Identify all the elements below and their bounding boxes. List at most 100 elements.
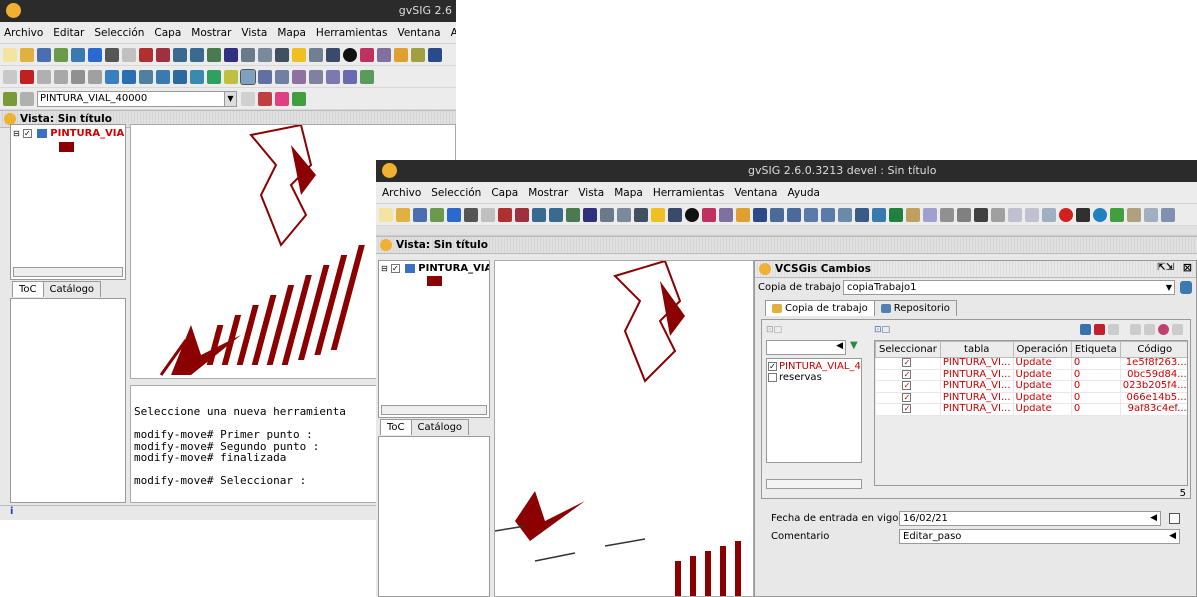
info-icon[interactable]	[105, 47, 119, 62]
menu-herramientas[interactable]: Herramientas	[653, 187, 725, 199]
menu-ventana[interactable]: Ventana	[734, 187, 777, 199]
search-icon[interactable]	[1172, 324, 1183, 335]
addons-icon[interactable]	[1161, 207, 1175, 222]
layer-checkbox[interactable]: ✓	[22, 128, 32, 138]
info-icon[interactable]	[464, 207, 478, 222]
calendar-icon[interactable]	[1169, 513, 1180, 524]
measure-icon[interactable]	[634, 207, 648, 222]
horizontal-scrollbar[interactable]	[381, 405, 487, 415]
tab-catalogo[interactable]: Catálogo	[410, 419, 470, 435]
download-icon[interactable]	[447, 207, 461, 222]
binoculars-icon[interactable]	[974, 207, 988, 222]
zoom-select-icon[interactable]	[224, 47, 238, 62]
menu-seleccion[interactable]: Selección	[431, 187, 481, 199]
pencil-icon[interactable]	[292, 91, 306, 106]
zoom-next-icon[interactable]	[258, 47, 272, 62]
tab-catalogo[interactable]: Catálogo	[42, 281, 102, 297]
polygon-icon[interactable]	[156, 69, 170, 84]
table-row[interactable]: ✓ PINTURA_VI... Update 0 023b205f4...	[875, 380, 1187, 393]
table-item[interactable]: ✓PINTURA_VIAL_4000	[768, 361, 861, 372]
zoom-extent-icon[interactable]	[498, 207, 512, 222]
tables-scrollbar[interactable]	[766, 479, 862, 489]
expand-icon[interactable]: ⊟	[381, 264, 388, 273]
table-row[interactable]: ✓ PINTURA_VI... Update 0 0bc59d84...	[875, 368, 1187, 381]
polyline-icon[interactable]	[139, 69, 153, 84]
pointer-icon[interactable]	[428, 47, 442, 62]
join-icon[interactable]	[326, 69, 340, 84]
menu-capa[interactable]: Capa	[154, 27, 181, 39]
tab-toc[interactable]: ToC	[12, 281, 44, 297]
menu-herramientas[interactable]: Herramientas	[316, 27, 388, 39]
locator-icon[interactable]	[651, 207, 665, 222]
toc-layer-name[interactable]: PINTURA_VIA	[50, 128, 124, 139]
menu-editar[interactable]: Editar	[53, 27, 84, 39]
close-icon[interactable]: ⊠	[1183, 261, 1192, 274]
info-tool-icon[interactable]	[343, 47, 357, 62]
zoom-all-icon[interactable]	[515, 207, 529, 222]
zoom-in-icon[interactable]	[532, 207, 546, 222]
graph-icon[interactable]	[719, 207, 733, 222]
ellipse-icon[interactable]	[122, 69, 136, 84]
script-icon[interactable]	[1127, 207, 1141, 222]
pan-icon[interactable]	[122, 47, 136, 62]
rectangle-icon[interactable]	[173, 69, 187, 84]
row-checkbox-cell[interactable]: ✓	[875, 368, 941, 381]
doc-icon[interactable]	[1130, 324, 1141, 335]
copy-icon[interactable]	[343, 69, 357, 84]
row-checkbox[interactable]: ✓	[902, 381, 912, 390]
info-tool-icon[interactable]	[685, 207, 699, 222]
zoom-prev-icon[interactable]	[241, 47, 255, 62]
doc-icon[interactable]	[940, 207, 954, 222]
menu-ayuda[interactable]: Ayuda	[787, 187, 819, 199]
select-poly-icon[interactable]	[804, 207, 818, 222]
row-checkbox-cell[interactable]: ✓	[875, 403, 941, 416]
zoom-next-icon[interactable]	[617, 207, 631, 222]
select-all-icon[interactable]	[855, 207, 869, 222]
locator-icon[interactable]	[292, 47, 306, 62]
menu-mostrar[interactable]: Mostrar	[191, 27, 231, 39]
brush-icon[interactable]	[906, 207, 920, 222]
plugin-icon[interactable]	[1110, 207, 1124, 222]
line-icon[interactable]	[71, 69, 85, 84]
measure-icon[interactable]	[275, 47, 289, 62]
layer-select[interactable]: PINTURA_VIAL_40000 ▼	[37, 90, 237, 107]
select-all-changes-icon[interactable]: ⊡□	[874, 325, 890, 335]
circle-icon[interactable]	[105, 69, 119, 84]
row-checkbox[interactable]: ✓	[902, 392, 912, 402]
tab-repositorio[interactable]: Repositorio	[873, 300, 957, 316]
save-icon[interactable]	[413, 207, 427, 222]
menu-vista[interactable]: Vista	[578, 187, 604, 199]
menu-capa[interactable]: Capa	[491, 187, 518, 199]
table-checkbox[interactable]: ✓	[768, 361, 777, 371]
clear-icon[interactable]: ◀	[836, 341, 843, 351]
undock-icon[interactable]: ⇱⇲	[1157, 262, 1174, 273]
frame-icon[interactable]	[309, 47, 323, 62]
funnel-icon[interactable]: ▼	[850, 340, 858, 351]
col-codigo[interactable]: Código	[1119, 341, 1187, 358]
toc-layer-name[interactable]: PINTURA_VIA	[418, 263, 489, 274]
snap-icon[interactable]	[292, 69, 306, 84]
tab-toc[interactable]: ToC	[380, 419, 412, 435]
pan-icon[interactable]	[481, 207, 495, 222]
row-checkbox[interactable]: ✓	[902, 358, 912, 367]
properties-icon[interactable]	[241, 91, 255, 106]
table-checkbox[interactable]	[768, 372, 777, 382]
comentario-field[interactable]: Editar_paso ◀	[899, 529, 1180, 544]
col-tabla[interactable]: tabla	[939, 341, 1014, 358]
zoom-layer-icon[interactable]	[207, 47, 221, 62]
add-layer-icon[interactable]	[54, 47, 68, 62]
row-checkbox[interactable]: ✓	[902, 369, 912, 379]
row-checkbox-cell[interactable]: ✓	[875, 380, 941, 393]
grid-icon[interactable]	[1008, 207, 1022, 222]
menu-seleccion[interactable]: Selección	[94, 27, 144, 39]
menu-mostrar[interactable]: Mostrar	[528, 187, 568, 199]
menu-ayuda[interactable]: Ay	[451, 27, 456, 39]
grid2-icon[interactable]	[1025, 207, 1039, 222]
clear-icon[interactable]: ◀	[1169, 530, 1176, 543]
zoom-layer-icon[interactable]	[566, 207, 580, 222]
point-icon[interactable]	[37, 69, 51, 84]
rotate-icon[interactable]	[224, 69, 238, 84]
menu-mapa[interactable]: Mapa	[614, 187, 643, 199]
expand-icon[interactable]: ⊟	[13, 129, 20, 138]
table-row[interactable]: ✓ PINTURA_VI... Update 0 066e14b5...	[875, 391, 1187, 404]
